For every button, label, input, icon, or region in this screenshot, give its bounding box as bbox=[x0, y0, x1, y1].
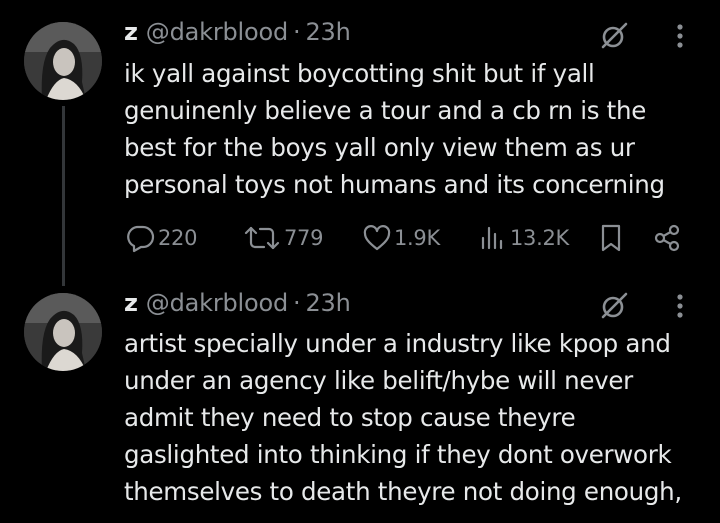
heart-icon bbox=[363, 225, 391, 251]
like-count: 1.9K bbox=[394, 226, 440, 250]
display-name[interactable]: z bbox=[124, 289, 138, 317]
retweet-count: 779 bbox=[284, 226, 324, 250]
retweet-icon bbox=[244, 226, 280, 250]
tweet-text-line: under an agency like belift/hybe will ne… bbox=[124, 366, 633, 395]
more-icon[interactable] bbox=[668, 290, 692, 322]
tweet-text-line: artist specially under a industry like k… bbox=[124, 329, 671, 358]
tweet-header: z @dakrblood · 23h bbox=[124, 18, 351, 48]
grok-icon[interactable] bbox=[596, 18, 632, 54]
reply-button[interactable]: 220 bbox=[124, 218, 197, 258]
reply-icon bbox=[127, 225, 155, 253]
avatar[interactable] bbox=[24, 293, 102, 371]
tweet-text-line: gaslighted into thinking if they dont ov… bbox=[124, 440, 672, 469]
tweet-text: ik yall against boycotting shit but if y… bbox=[124, 55, 714, 203]
action-bar: 220 779 1.9K 13.2K bbox=[124, 218, 694, 258]
like-button[interactable]: 1.9K bbox=[362, 218, 440, 258]
views-button[interactable]: 13.2K bbox=[478, 218, 569, 258]
share-button[interactable] bbox=[652, 218, 682, 258]
tweet-text-line: best for the boys yall only view them as… bbox=[124, 133, 635, 162]
views-count: 13.2K bbox=[510, 226, 570, 250]
share-icon bbox=[654, 224, 680, 252]
tweet-text-line: personal toys not humans and its concern… bbox=[124, 170, 665, 199]
avatar[interactable] bbox=[24, 22, 102, 100]
display-name[interactable]: z bbox=[124, 18, 138, 46]
tweet-header: z @dakrblood · 23h bbox=[124, 289, 351, 319]
grok-icon[interactable] bbox=[596, 288, 632, 324]
retweet-button[interactable]: 779 bbox=[242, 218, 323, 258]
separator: · bbox=[293, 18, 301, 46]
profile-photo-icon bbox=[24, 22, 102, 100]
profile-photo-icon bbox=[24, 293, 102, 371]
timestamp[interactable]: 23h bbox=[305, 18, 350, 46]
tweet-text: artist specially under a industry like k… bbox=[124, 325, 714, 510]
tweet-text-line: genuinenly believe a tour and a cb rn is… bbox=[124, 96, 646, 125]
username[interactable]: @dakrblood bbox=[146, 289, 288, 317]
thread-line bbox=[62, 106, 65, 286]
tweet[interactable]: z @dakrblood · 23h artist specially unde… bbox=[0, 285, 720, 523]
bookmark-icon bbox=[601, 224, 621, 252]
tweet-text-line: admit they need to stop cause theyre bbox=[124, 403, 576, 432]
more-icon[interactable] bbox=[668, 20, 692, 52]
tweet-text-line: ik yall against boycotting shit but if y… bbox=[124, 59, 595, 88]
tweet[interactable]: z @dakrblood · 23h ik yall against boyco… bbox=[0, 0, 720, 286]
timestamp[interactable]: 23h bbox=[305, 289, 350, 317]
reply-count: 220 bbox=[158, 226, 198, 250]
views-icon bbox=[481, 226, 503, 250]
username[interactable]: @dakrblood bbox=[146, 18, 288, 46]
tweet-text-line: themselves to death theyre not doing eno… bbox=[124, 477, 682, 506]
bookmark-button[interactable] bbox=[598, 218, 624, 258]
separator: · bbox=[293, 289, 301, 317]
